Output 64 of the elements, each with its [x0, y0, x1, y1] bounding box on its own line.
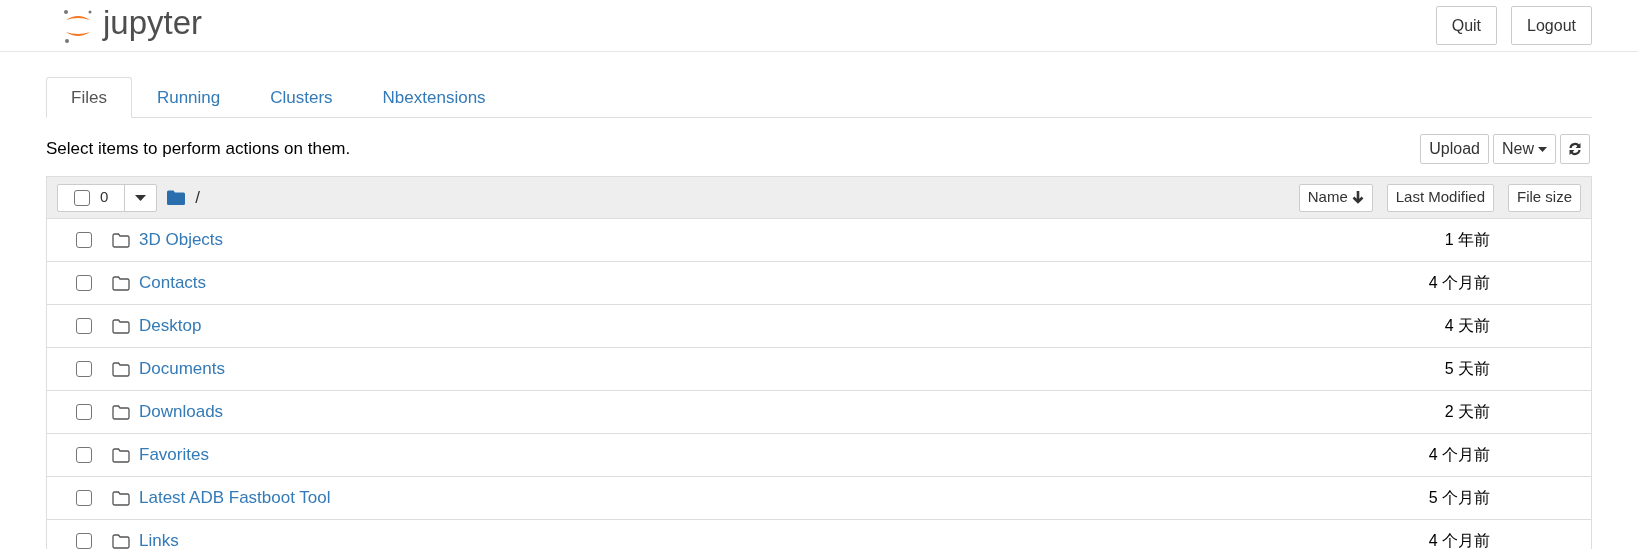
- folder-icon: [112, 232, 130, 248]
- folder-icon: [112, 404, 130, 420]
- file-row[interactable]: Downloads 2 天前: [47, 391, 1591, 434]
- select-all-control[interactable]: 0: [57, 183, 158, 212]
- checkbox[interactable]: [76, 404, 92, 420]
- folder-icon[interactable]: [167, 190, 186, 205]
- modified-time: 2 天前: [1444, 402, 1490, 422]
- checkbox[interactable]: [76, 490, 92, 506]
- folder-link[interactable]: Downloads: [139, 399, 224, 425]
- instructions-text: Select items to perform actions on them.: [46, 138, 351, 161]
- folder-icon: [112, 490, 130, 506]
- arrow-down-icon: [1351, 191, 1364, 204]
- folder-icon: [112, 275, 130, 291]
- checkbox[interactable]: [76, 232, 92, 248]
- logo-icon: [63, 7, 93, 44]
- modified-time: 4 个月前: [1428, 445, 1490, 465]
- checkbox[interactable]: [76, 361, 92, 377]
- tab[interactable]: Running: [131, 77, 246, 118]
- folder-icon: [112, 361, 130, 377]
- folder-link[interactable]: Contacts: [139, 270, 207, 296]
- folder-link[interactable]: Latest ADB Fastboot Tool: [139, 485, 331, 511]
- sort-button[interactable]: File size: [1508, 183, 1581, 212]
- modified-time: 4 天前: [1444, 316, 1490, 336]
- checkbox[interactable]: [76, 318, 92, 334]
- checkbox[interactable]: [74, 189, 90, 206]
- checkbox[interactable]: [76, 447, 92, 463]
- logo-text: jupyter: [103, 6, 203, 43]
- modified-time: 4 个月前: [1428, 273, 1490, 293]
- folder-icon: [112, 533, 130, 549]
- refresh-icon: [1568, 142, 1582, 156]
- new-button[interactable]: New: [1493, 134, 1556, 164]
- modified-time: 5 天前: [1444, 359, 1490, 379]
- folder-icon: [112, 318, 130, 334]
- refresh-button[interactable]: [1560, 134, 1590, 164]
- folder-link[interactable]: 3D Objects: [139, 227, 224, 253]
- tab[interactable]: Nbextensions: [357, 77, 511, 118]
- folder-link[interactable]: Desktop: [139, 313, 202, 339]
- caret-icon: [135, 194, 147, 201]
- folder-icon: [112, 447, 130, 463]
- tab[interactable]: Clusters: [245, 77, 358, 118]
- modified-time: 1 年前: [1444, 230, 1490, 250]
- checkbox[interactable]: [76, 533, 92, 549]
- folder-link[interactable]: Favorites: [139, 442, 209, 468]
- folder-link[interactable]: Documents: [139, 356, 225, 382]
- modified-time: 4 个月前: [1428, 531, 1490, 549]
- caret-icon: [1538, 146, 1547, 152]
- selected-count: 0: [100, 187, 109, 208]
- upload-button[interactable]: Upload: [1420, 134, 1489, 164]
- quit-button[interactable]: Quit: [1435, 6, 1498, 45]
- logout-button[interactable]: Logout: [1511, 6, 1592, 45]
- folder-link[interactable]: Links: [139, 528, 179, 549]
- sort-button[interactable]: Last Modified: [1386, 183, 1494, 212]
- file-row[interactable]: Desktop 4 天前: [47, 305, 1591, 348]
- modified-time: 5 个月前: [1428, 488, 1490, 508]
- file-row[interactable]: Favorites 4 个月前: [47, 434, 1591, 477]
- checkbox[interactable]: [76, 275, 92, 291]
- tab[interactable]: Files: [46, 77, 132, 118]
- file-row[interactable]: Latest ADB Fastboot Tool 5 个月前: [47, 477, 1591, 520]
- file-row[interactable]: Documents 5 天前: [47, 348, 1591, 391]
- breadcrumb-path[interactable]: /: [195, 184, 201, 211]
- file-row[interactable]: 3D Objects 1 年前: [47, 219, 1591, 262]
- file-row[interactable]: Contacts 4 个月前: [47, 262, 1591, 305]
- file-row[interactable]: Links 4 个月前: [47, 520, 1591, 549]
- sort-button[interactable]: Name: [1298, 183, 1373, 212]
